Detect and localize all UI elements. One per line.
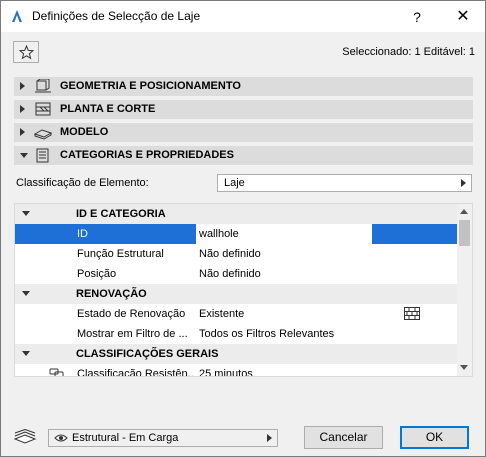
group-label: RENOVAÇÃO <box>76 288 147 300</box>
brick-wall-icon[interactable] <box>404 307 420 320</box>
link-icon <box>49 368 64 376</box>
section-label: PLANTA E CORTE <box>60 103 156 115</box>
cancel-button[interactable]: Cancelar <box>304 426 383 449</box>
section-categories[interactable]: CATEGORIAS E PROPRIEDADES <box>14 146 473 165</box>
geometry-icon <box>35 79 51 93</box>
property-row[interactable]: Posição Não definido <box>15 264 458 284</box>
property-value-input[interactable]: wallhole <box>199 228 239 240</box>
group-label: CLASSIFICAÇÕES GERAIS <box>76 348 219 360</box>
layers-icon <box>13 429 37 444</box>
collapse-arrow-icon <box>20 153 28 158</box>
property-row[interactable]: Mostrar em Filtro de ... Todos os Filtro… <box>15 324 458 344</box>
property-name: Posição <box>77 268 117 280</box>
selection-status: Seleccionado: 1 Editável: 1 <box>342 46 475 58</box>
expand-arrow-icon <box>20 82 25 90</box>
selected-extra-cell <box>372 224 458 244</box>
scroll-thumb[interactable] <box>459 220 470 246</box>
classification-label: Classificação de Elemento: <box>16 177 149 189</box>
collapse-arrow-icon <box>22 291 30 296</box>
dropdown-arrow-icon <box>267 434 272 442</box>
expand-arrow-icon <box>20 105 25 113</box>
property-value[interactable]: 25 minutos <box>199 368 253 376</box>
property-name: Classificação Resistên... <box>77 368 195 377</box>
section-label: GEOMETRIA E POSICIONAMENTO <box>60 80 241 92</box>
close-button[interactable]: ✕ <box>447 5 479 29</box>
archicad-logo-icon <box>12 10 22 22</box>
ok-button[interactable]: OK <box>400 426 469 449</box>
property-name: Função Estrutural <box>77 248 164 260</box>
property-value[interactable]: Não definido <box>199 248 261 260</box>
vertical-scrollbar[interactable] <box>457 204 472 376</box>
section-label: CATEGORIAS E PROPRIEDADES <box>60 149 234 161</box>
collapse-arrow-icon <box>22 211 30 216</box>
property-name: ID <box>77 228 88 240</box>
window-title: Definições de Selecção de Laje <box>32 9 201 23</box>
property-row-id[interactable]: ID wallhole <box>15 224 458 244</box>
settings-dialog: Definições de Selecção de Laje ? ✕ Selec… <box>0 0 486 457</box>
layer-value: Estrutural - Em Carga <box>72 432 179 444</box>
group-label: ID E CATEGORIA <box>76 208 166 220</box>
section-model[interactable]: MODELO <box>14 123 473 142</box>
property-name: Mostrar em Filtro de ... <box>77 328 188 340</box>
property-value[interactable]: Existente <box>199 308 244 320</box>
property-row[interactable]: Estado de Renovação Existente <box>15 304 458 324</box>
section-plan-section[interactable]: PLANTA E CORTE <box>14 100 473 119</box>
favorites-button[interactable] <box>13 41 39 63</box>
dropdown-arrow-icon <box>461 179 466 187</box>
property-value[interactable]: Todos os Filtros Relevantes <box>199 328 334 340</box>
model-icon <box>34 129 52 140</box>
property-row[interactable]: Função Estrutural Não definido <box>15 244 458 264</box>
scroll-up-icon[interactable] <box>460 209 468 214</box>
help-button[interactable]: ? <box>401 5 433 29</box>
property-grid: ID E CATEGORIA ID wallhole Função Estrut… <box>14 203 473 377</box>
classification-value: Laje <box>224 177 245 189</box>
eye-icon <box>54 434 68 442</box>
layer-dropdown[interactable]: Estrutural - Em Carga <box>48 429 278 447</box>
categories-icon <box>36 148 49 163</box>
property-name: Estado de Renovação <box>77 308 186 320</box>
property-value[interactable]: Não definido <box>199 268 261 280</box>
section-label: MODELO <box>60 126 109 138</box>
expand-arrow-icon <box>20 128 25 136</box>
classification-dropdown[interactable]: Laje <box>217 174 472 192</box>
group-row[interactable]: RENOVAÇÃO <box>15 284 458 304</box>
group-row[interactable]: ID E CATEGORIA <box>15 204 458 224</box>
property-row[interactable]: Classificação Resistên... 25 minutos <box>15 364 458 377</box>
collapse-arrow-icon <box>22 351 30 356</box>
plan-section-icon <box>35 102 51 116</box>
group-row[interactable]: CLASSIFICAÇÕES GERAIS <box>15 344 458 364</box>
star-icon <box>19 45 34 60</box>
title-bar: Definições de Selecção de Laje ? ✕ <box>1 1 485 32</box>
scroll-down-icon[interactable] <box>460 365 468 370</box>
section-geometry[interactable]: GEOMETRIA E POSICIONAMENTO <box>14 77 473 96</box>
